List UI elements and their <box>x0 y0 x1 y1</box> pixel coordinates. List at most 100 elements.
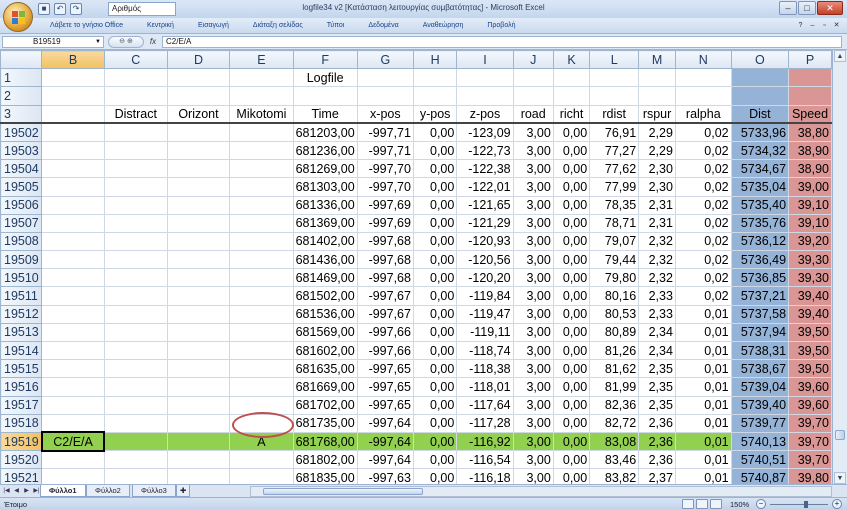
cell[interactable]: 5734,67 <box>730 159 790 179</box>
cell[interactable]: 3,00 <box>512 468 554 484</box>
cell[interactable]: 681702,00 <box>292 395 358 415</box>
row-header[interactable]: 3 <box>0 104 43 125</box>
cell[interactable]: 681236,00 <box>292 140 358 161</box>
cell[interactable] <box>166 322 231 343</box>
cell[interactable] <box>674 86 732 106</box>
select-all-corner[interactable] <box>0 50 43 70</box>
ribbon-close-icon[interactable]: ✕ <box>832 21 841 30</box>
cell[interactable]: 39,40 <box>788 304 832 324</box>
row-header[interactable]: 19510 <box>0 268 43 288</box>
cell[interactable]: 0,02 <box>674 177 732 197</box>
cell[interactable]: 5735,76 <box>730 213 790 233</box>
cell[interactable]: 39,20 <box>788 231 832 252</box>
cell[interactable]: -116,54 <box>456 450 514 470</box>
cell[interactable]: 77,99 <box>589 177 640 197</box>
cell[interactable]: 0,00 <box>412 195 458 215</box>
cell[interactable]: Orizont <box>166 104 231 125</box>
cell[interactable]: -122,01 <box>456 177 514 197</box>
cell[interactable] <box>103 68 168 88</box>
cell[interactable]: 2,36 <box>638 450 676 470</box>
cell[interactable]: -118,74 <box>456 340 514 361</box>
row-header[interactable]: 19504 <box>0 159 43 179</box>
cell[interactable]: -997,64 <box>356 431 414 452</box>
cell[interactable] <box>456 86 514 106</box>
cell[interactable]: 83,82 <box>589 468 640 484</box>
horizontal-scroll-thumb[interactable] <box>263 488 423 495</box>
row-header[interactable]: 19515 <box>0 359 43 379</box>
cell[interactable]: Mikotomi <box>229 104 294 125</box>
cell[interactable]: 2,32 <box>638 231 676 252</box>
column-header[interactable]: M <box>638 50 676 70</box>
cell[interactable]: y-pos <box>412 104 458 125</box>
cell[interactable]: -119,47 <box>456 304 514 324</box>
cell[interactable]: 0,00 <box>552 450 591 470</box>
cell[interactable] <box>41 377 105 397</box>
cell[interactable]: 0,00 <box>552 286 591 306</box>
cell[interactable]: 3,00 <box>512 450 554 470</box>
cell[interactable]: 3,00 <box>512 322 554 343</box>
worksheet[interactable]: BCDEFGHIJKLMNOP 1 Logfile 2 3 Distract Orizon… <box>0 50 832 484</box>
row-header[interactable]: 19513 <box>0 322 43 343</box>
cell[interactable] <box>166 250 231 270</box>
cell[interactable]: 3,00 <box>512 177 554 197</box>
cell[interactable] <box>166 122 231 142</box>
cell[interactable]: 681735,00 <box>292 413 358 433</box>
insert-sheet-icon[interactable]: ✚ <box>176 485 191 497</box>
row-header[interactable]: 19517 <box>0 395 43 415</box>
cell[interactable] <box>41 177 105 197</box>
cell[interactable]: 0,02 <box>674 195 732 215</box>
cell[interactable]: -997,66 <box>356 340 414 361</box>
cell[interactable] <box>41 395 105 415</box>
cell[interactable]: 0,00 <box>552 268 591 288</box>
cell[interactable]: 681369,00 <box>292 213 358 233</box>
cell[interactable] <box>638 68 676 88</box>
cell[interactable]: 5739,77 <box>730 413 790 433</box>
cell[interactable] <box>103 431 168 452</box>
cell[interactable] <box>103 468 168 484</box>
cell[interactable]: 80,89 <box>589 322 640 343</box>
cell[interactable] <box>229 377 294 397</box>
cell[interactable] <box>166 177 231 197</box>
cell[interactable] <box>103 122 168 142</box>
cell[interactable] <box>103 450 168 470</box>
cell[interactable] <box>412 86 458 106</box>
cell[interactable]: 5740,87 <box>730 468 790 484</box>
cell[interactable] <box>103 140 168 161</box>
cell[interactable]: road <box>512 104 554 125</box>
cell[interactable]: A <box>229 431 294 452</box>
cell[interactable] <box>166 395 231 415</box>
cell[interactable]: 2,32 <box>638 268 676 288</box>
cell[interactable] <box>229 250 294 270</box>
cell[interactable]: 0,00 <box>552 322 591 343</box>
cell[interactable]: 78,35 <box>589 195 640 215</box>
cell[interactable]: 2,36 <box>638 413 676 433</box>
vertical-scroll-thumb[interactable] <box>835 430 845 440</box>
cell[interactable]: 0,00 <box>552 395 591 415</box>
cell[interactable]: 0,00 <box>412 122 458 142</box>
sheet-tab[interactable]: Φύλλο3 <box>132 485 176 497</box>
row-header[interactable]: 19514 <box>0 340 43 361</box>
cell[interactable] <box>41 140 105 161</box>
cell[interactable]: 2,37 <box>638 468 676 484</box>
cell[interactable] <box>229 231 294 252</box>
cell[interactable]: 0,01 <box>674 340 732 361</box>
cell[interactable]: 0,00 <box>412 322 458 343</box>
cell[interactable]: -997,66 <box>356 322 414 343</box>
cell[interactable] <box>229 450 294 470</box>
column-header[interactable]: E <box>229 50 294 70</box>
cell[interactable] <box>103 86 168 106</box>
row-header[interactable]: 19518 <box>0 413 43 433</box>
cell[interactable]: -119,84 <box>456 286 514 306</box>
name-box[interactable]: B19519 ▼ <box>2 36 104 48</box>
cell[interactable]: 3,00 <box>512 213 554 233</box>
cell[interactable]: 0,00 <box>552 213 591 233</box>
cell[interactable]: 681602,00 <box>292 340 358 361</box>
cell[interactable] <box>41 159 105 179</box>
cell[interactable]: 0,00 <box>552 468 591 484</box>
cell[interactable]: 0,01 <box>674 304 732 324</box>
cell[interactable]: 5740,51 <box>730 450 790 470</box>
cell[interactable]: 79,80 <box>589 268 640 288</box>
cell[interactable]: 0,01 <box>674 395 732 415</box>
cell[interactable]: 0,01 <box>674 413 732 433</box>
column-header[interactable]: B <box>41 50 105 70</box>
